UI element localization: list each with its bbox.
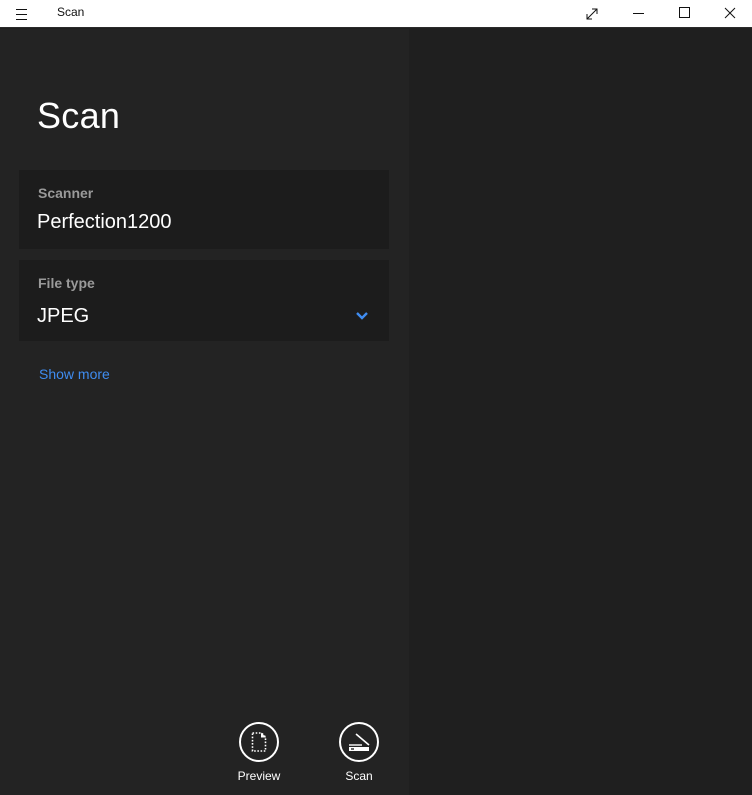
preview-label: Preview: [237, 769, 281, 783]
expand-diagonal-icon: [586, 8, 598, 20]
close-icon: [724, 7, 736, 19]
hamburger-menu-button[interactable]: [14, 7, 29, 21]
app-title: Scan: [57, 5, 85, 19]
file-type-label: File type: [38, 275, 95, 291]
maximize-button[interactable]: [661, 0, 707, 28]
close-button[interactable]: [706, 0, 752, 28]
scan-button[interactable]: Scan: [319, 722, 399, 788]
scanner-label: Scanner: [38, 185, 94, 201]
page-title: Scan: [37, 95, 121, 136]
show-more-link[interactable]: Show more: [39, 366, 110, 382]
preview-document-icon: [239, 722, 279, 762]
minimize-button[interactable]: [615, 0, 661, 28]
file-type-dropdown[interactable]: File type JPEG: [19, 260, 389, 341]
chevron-down-icon: [356, 312, 368, 320]
title-bar: Scan: [0, 0, 752, 28]
scanner-field: Scanner Perfection1200: [19, 170, 389, 249]
minimize-icon: [633, 13, 644, 14]
file-type-value: JPEG: [37, 305, 90, 327]
fullscreen-button[interactable]: [569, 0, 615, 28]
hamburger-icon-line: [16, 14, 27, 15]
preview-area: [409, 29, 752, 795]
hamburger-icon: [16, 9, 27, 10]
scanner-value: Perfection1200: [37, 211, 172, 233]
scan-label: Scan: [345, 769, 373, 783]
maximize-icon: [679, 7, 690, 18]
settings-pane: Scan Scanner Perfection1200 File type JP…: [0, 29, 409, 795]
preview-button[interactable]: Preview: [219, 722, 299, 788]
scanner-icon: [339, 722, 379, 762]
hamburger-icon-line: [16, 19, 27, 20]
